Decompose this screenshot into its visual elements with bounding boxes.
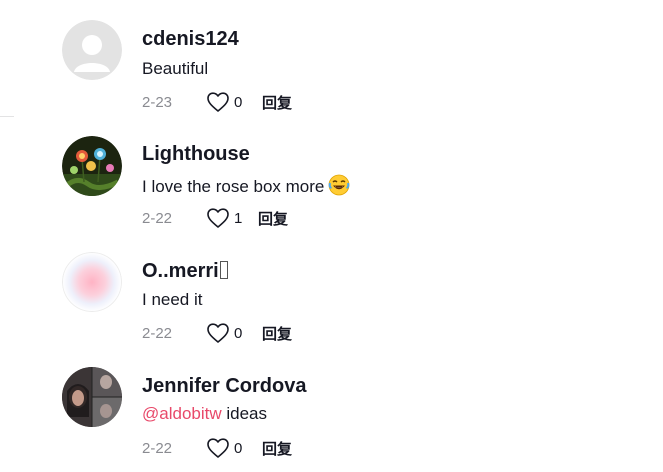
comment-text: I need it (142, 290, 203, 310)
pink-gradient-dot (62, 252, 122, 312)
photo-garden-lights (62, 136, 122, 196)
comment-text: Beautiful (142, 59, 208, 79)
comment-date: 2-22 (142, 439, 173, 457)
comment-text: @aldobitw ideas (142, 404, 267, 424)
like-count: 0 (234, 93, 243, 111)
reply-button[interactable]: 回复 (262, 438, 292, 459)
comment-item: O..merri I need it 2-22 0 回复 (0, 230, 663, 343)
heart-icon (207, 92, 229, 112)
comment-date: 2-23 (142, 93, 173, 111)
avatar[interactable] (62, 136, 122, 196)
laughing-tears-emoji-icon (328, 174, 350, 201)
comment-username[interactable]: Lighthouse (142, 143, 250, 166)
comment-date: 2-22 (142, 324, 173, 342)
comment-text-body: I need it (142, 290, 203, 309)
like-button[interactable]: 0 (206, 437, 262, 459)
comment-text-body: ideas (221, 404, 268, 423)
comment-username[interactable]: Jennifer Cordova (142, 375, 306, 398)
avatar[interactable] (62, 20, 122, 80)
comment-username-text: O..merri (142, 260, 219, 282)
like-button[interactable]: 0 (206, 91, 262, 113)
like-count: 0 (234, 439, 243, 457)
mention-link[interactable]: @aldobitw (142, 404, 222, 423)
like-button[interactable]: 1 (206, 207, 258, 229)
comment-meta: 2-22 1 回复 (142, 207, 288, 229)
comment-item: cdenis124 Beautiful 2-23 0 回复 (0, 0, 663, 113)
reply-button[interactable]: 回复 (262, 92, 292, 113)
heart-icon (207, 438, 229, 458)
comment-username[interactable]: cdenis124 (142, 28, 239, 51)
comment-meta: 2-22 0 回复 (142, 322, 292, 344)
like-count: 1 (234, 209, 243, 227)
default-avatar-icon (62, 20, 122, 80)
comment-username[interactable]: O..merri (142, 260, 228, 283)
comment-meta: 2-22 0 回复 (142, 437, 292, 459)
comment-meta: 2-23 0 回复 (142, 91, 292, 113)
avatar[interactable] (62, 252, 122, 312)
comment-text: I love the rose box more (142, 174, 350, 201)
like-count: 0 (234, 324, 243, 342)
missing-glyph-icon (219, 261, 228, 279)
comment-text-body: I love the rose box more (142, 177, 325, 196)
reply-button[interactable]: 回复 (258, 208, 288, 229)
like-button[interactable]: 0 (206, 322, 262, 344)
photo-collage (62, 367, 122, 427)
comment-text-body: Beautiful (142, 59, 209, 78)
reply-button[interactable]: 回复 (262, 323, 292, 344)
avatar[interactable] (62, 367, 122, 427)
comment-item: Jennifer Cordova @aldobitw ideas 2-22 0 … (0, 345, 663, 458)
heart-icon (207, 208, 229, 228)
heart-icon (207, 323, 229, 343)
comment-list: cdenis124 Beautiful 2-23 0 回复 Lighthouse… (0, 0, 663, 472)
comment-date: 2-22 (142, 209, 173, 227)
comment-item: Lighthouse I love the rose box more 2-22… (0, 115, 663, 228)
